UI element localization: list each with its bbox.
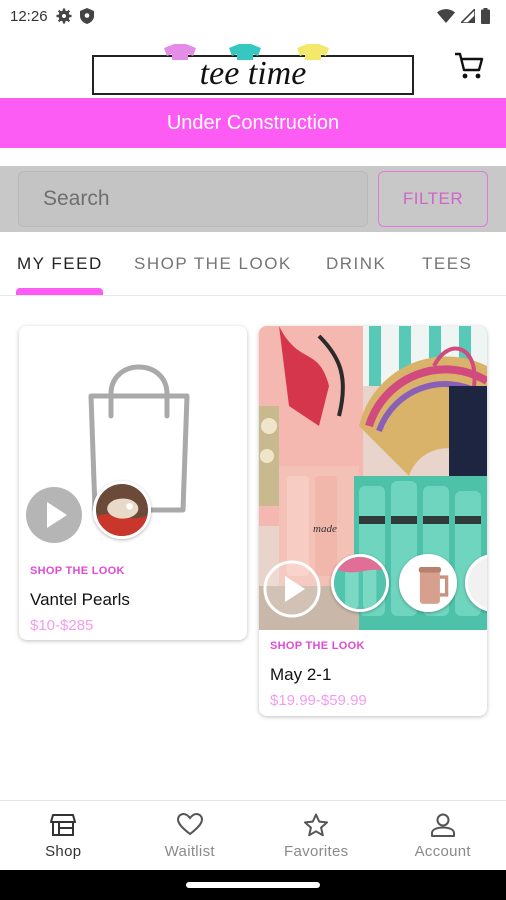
card-title: Vantel Pearls — [30, 590, 130, 609]
nav-account[interactable]: Account — [380, 801, 506, 870]
play-video-icon[interactable] — [263, 560, 321, 618]
under-construction-banner: Under Construction — [0, 98, 506, 148]
signal-icon — [461, 9, 475, 23]
tab-my-feed[interactable]: MY FEED — [17, 254, 103, 274]
product-thumbnail[interactable] — [331, 554, 389, 612]
nav-label: Waitlist — [164, 843, 215, 860]
product-card-may-2-1[interactable]: made SHOP THE LOOK May 2-1 $19.99-$59.99 — [259, 326, 487, 716]
feed-tabs: MY FEED SHOP THE LOOK DRINK TEES — [0, 236, 506, 296]
product-thumbnail[interactable] — [93, 481, 151, 539]
tab-drink[interactable]: DRINK — [326, 254, 386, 274]
bottom-navigation: Shop Waitlist Favorites Account — [0, 800, 506, 870]
wifi-icon — [437, 9, 455, 23]
product-card-vantel-pearls[interactable]: SHOP THE LOOK Vantel Pearls $10-$285 — [19, 326, 247, 640]
settings-gear-icon — [56, 8, 72, 24]
play-video-icon[interactable] — [25, 486, 83, 544]
search-input[interactable]: Search — [18, 171, 368, 227]
cart-icon[interactable] — [452, 48, 486, 82]
card-price: $19.99-$59.99 — [270, 692, 367, 709]
star-icon — [304, 813, 329, 837]
battery-icon — [481, 8, 490, 24]
tab-tees[interactable]: TEES — [422, 254, 472, 274]
card-price: $10-$285 — [30, 617, 94, 634]
nav-label: Favorites — [284, 843, 349, 860]
active-tab-indicator — [16, 288, 103, 295]
card-kicker: SHOP THE LOOK — [30, 565, 125, 577]
nav-favorites[interactable]: Favorites — [253, 801, 380, 870]
logo-text: tee time — [200, 55, 307, 92]
nav-label: Account — [414, 843, 471, 860]
card-kicker: SHOP THE LOOK — [270, 640, 365, 652]
shield-icon — [79, 8, 94, 24]
heart-icon — [176, 813, 203, 836]
app-header: tee time — [0, 32, 506, 98]
status-time: 12:26 — [10, 7, 48, 25]
system-navigation-bar — [0, 870, 506, 900]
home-gesture-handle[interactable] — [186, 882, 320, 888]
tumbler-thumbnail[interactable] — [399, 554, 457, 612]
person-icon — [430, 813, 455, 837]
tab-shop-the-look[interactable]: SHOP THE LOOK — [134, 254, 292, 274]
filter-button[interactable]: FILTER — [378, 171, 488, 227]
card-title: May 2-1 — [270, 665, 332, 684]
nav-label: Shop — [45, 843, 82, 860]
store-icon — [50, 814, 77, 836]
svg-text:made: made — [313, 523, 337, 535]
tee-time-logo: tee time — [92, 44, 414, 95]
nav-shop[interactable]: Shop — [0, 801, 127, 870]
status-bar: 12:26 — [0, 0, 506, 32]
nav-waitlist[interactable]: Waitlist — [127, 801, 254, 870]
search-bar: Search FILTER — [0, 166, 506, 232]
